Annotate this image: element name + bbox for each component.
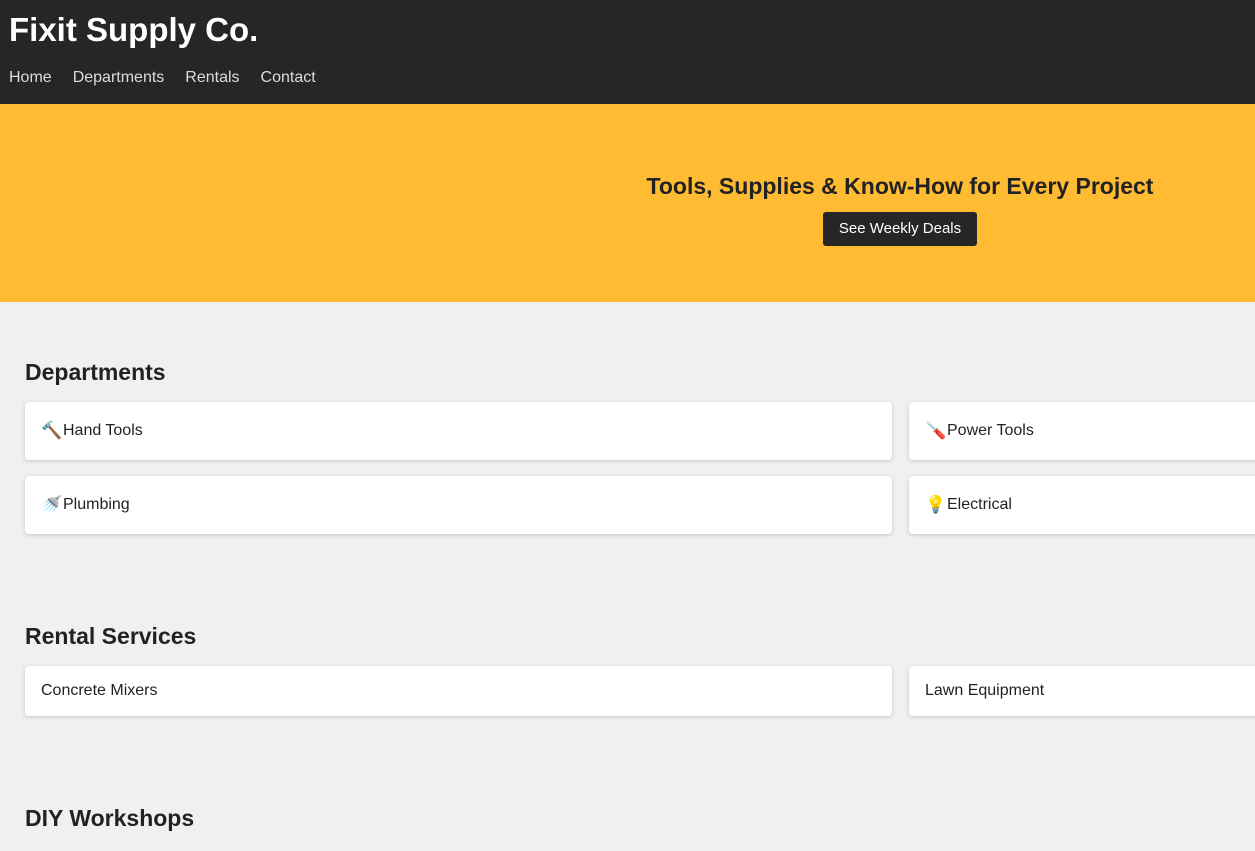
lightbulb-icon: 💡 [925,495,947,514]
brand-title[interactable]: Fixit Supply Co. [9,10,258,50]
department-label: Power Tools [947,422,1034,439]
department-card-plumbing[interactable]: 🚿 Plumbing [25,476,892,534]
departments-heading: Departments [25,359,166,385]
department-card-power-tools[interactable]: 🪛 Power Tools [909,402,1255,460]
nav-link-home[interactable]: Home [9,68,52,88]
faucet-icon: 🚿 [41,495,63,514]
drill-icon: 🪛 [925,421,947,440]
department-label: Hand Tools [63,422,143,439]
rental-label: Lawn Equipment [925,682,1045,699]
rental-label: Concrete Mixers [41,682,158,699]
site-header: Fixit Supply Co. Home Departments Rental… [0,0,1255,104]
hammer-icon: 🔨 [41,421,63,440]
workshops-heading: DIY Workshops [25,805,195,831]
nav-link-rentals[interactable]: Rentals [185,68,239,88]
nav-link-contact[interactable]: Contact [261,68,316,88]
department-label: Plumbing [63,496,130,513]
main-nav: Home Departments Rentals Contact [9,68,316,88]
rental-card-lawn-equipment[interactable]: Lawn Equipment [909,666,1255,716]
hero-content: Tools, Supplies & Know-How for Every Pro… [545,171,1255,246]
weekly-deals-button[interactable]: See Weekly Deals [822,212,978,246]
department-label: Electrical [947,496,1012,513]
nav-link-departments[interactable]: Departments [73,68,165,88]
rental-card-concrete-mixers[interactable]: Concrete Mixers [25,666,892,716]
rentals-heading: Rental Services [25,623,197,649]
hero-banner: Tools, Supplies & Know-How for Every Pro… [0,104,1255,302]
department-card-electrical[interactable]: 💡 Electrical [909,476,1255,534]
department-card-hand-tools[interactable]: 🔨 Hand Tools [25,402,892,460]
hero-title: Tools, Supplies & Know-How for Every Pro… [646,173,1154,199]
